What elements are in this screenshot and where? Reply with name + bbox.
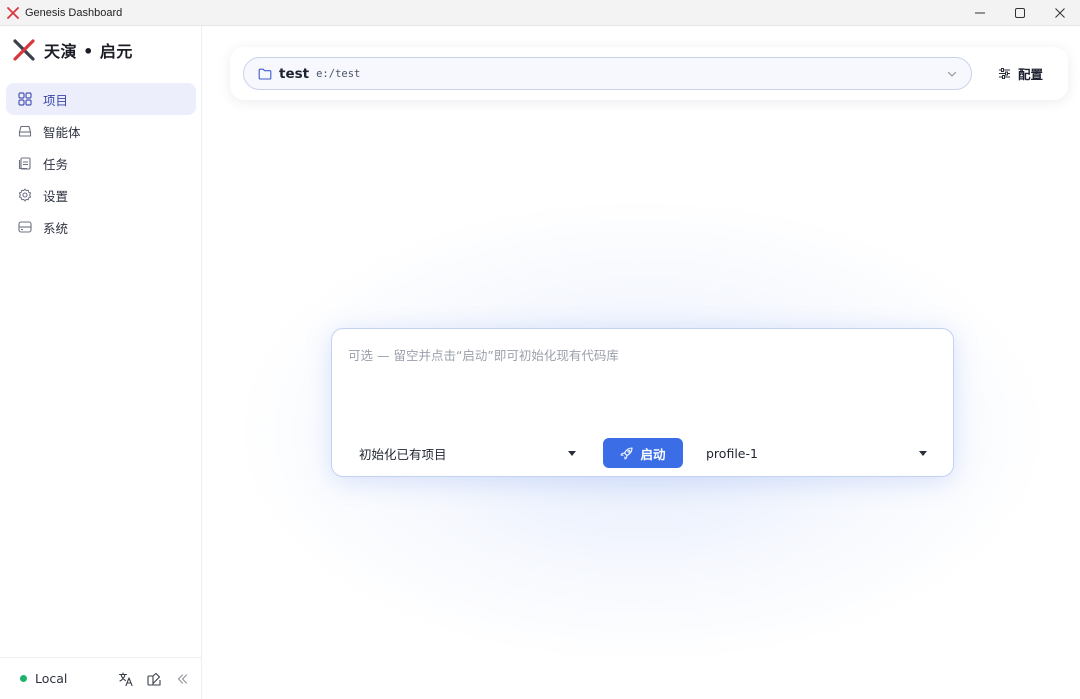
launch-button[interactable]: 启动 [603, 438, 683, 468]
app-logo-icon [7, 6, 19, 19]
clipboard-icon [18, 156, 32, 170]
collapse-icon[interactable] [174, 671, 190, 687]
profile-select[interactable]: profile-1 [697, 439, 935, 467]
title-bar: Genesis Dashboard [0, 0, 1080, 26]
brand-logo-icon [13, 39, 35, 61]
sidebar-item-label: 项目 [43, 92, 69, 108]
chevron-down-icon [946, 68, 958, 80]
maximize-button[interactable] [1000, 0, 1040, 26]
connection-status-dot [20, 675, 27, 682]
folder-icon [258, 67, 272, 81]
close-icon [1055, 8, 1065, 18]
sidebar-item-system[interactable]: 系统 [6, 211, 196, 243]
minimize-button[interactable] [960, 0, 1000, 26]
window-title: Genesis Dashboard [25, 6, 123, 19]
sidebar-nav: 项目 智能体 任务 设置 系统 [6, 83, 196, 243]
translate-icon[interactable] [118, 671, 134, 687]
sidebar-item-label: 设置 [43, 188, 69, 204]
close-button[interactable] [1040, 0, 1080, 26]
sliders-icon [998, 67, 1011, 80]
connection-status-label: Local [35, 671, 68, 686]
sidebar-item-agents[interactable]: 智能体 [6, 115, 196, 147]
maximize-icon [1015, 8, 1025, 18]
inbox-icon [18, 124, 32, 138]
theme-icon[interactable] [146, 671, 162, 687]
config-label: 配置 [1018, 66, 1044, 82]
sidebar: 天演 • 启元 项目 智能体 任务 设置 系统 Local [0, 26, 202, 699]
grid-icon [18, 92, 32, 106]
mode-select[interactable]: 初始化已有项目 [348, 439, 584, 467]
sidebar-footer: Local [0, 657, 202, 699]
sidebar-item-label: 任务 [43, 156, 69, 172]
project-name: test [279, 65, 310, 82]
brand[interactable]: 天演 • 启元 [12, 38, 133, 62]
config-button[interactable]: 配置 [998, 63, 1043, 83]
launch-label: 启动 [640, 446, 666, 462]
profile-select-value: profile-1 [706, 445, 758, 461]
gear-icon [18, 188, 32, 202]
caret-down-icon [568, 451, 576, 456]
minimize-icon [975, 12, 985, 14]
main-area: test e:/test 配置 初始化已有项目 启动 profile-1 [203, 26, 1080, 699]
project-path: e:/test [316, 67, 361, 80]
sidebar-item-tasks[interactable]: 任务 [6, 147, 196, 179]
window-controls [960, 0, 1080, 26]
project-header-card: test e:/test 配置 [230, 47, 1068, 100]
project-selector[interactable]: test e:/test [243, 57, 972, 90]
brand-name: 天演 • 启元 [44, 42, 133, 61]
sidebar-item-projects[interactable]: 项目 [6, 83, 196, 115]
launch-composer: 初始化已有项目 启动 profile-1 [331, 328, 954, 477]
sidebar-item-label: 智能体 [43, 124, 81, 140]
prompt-input[interactable] [348, 345, 938, 425]
mode-select-value: 初始化已有项目 [359, 446, 447, 462]
caret-down-icon [919, 451, 927, 456]
sidebar-item-label: 系统 [43, 220, 69, 236]
footer-actions [118, 671, 190, 687]
server-icon [18, 220, 32, 234]
rocket-icon [620, 446, 634, 460]
sidebar-item-settings[interactable]: 设置 [6, 179, 196, 211]
